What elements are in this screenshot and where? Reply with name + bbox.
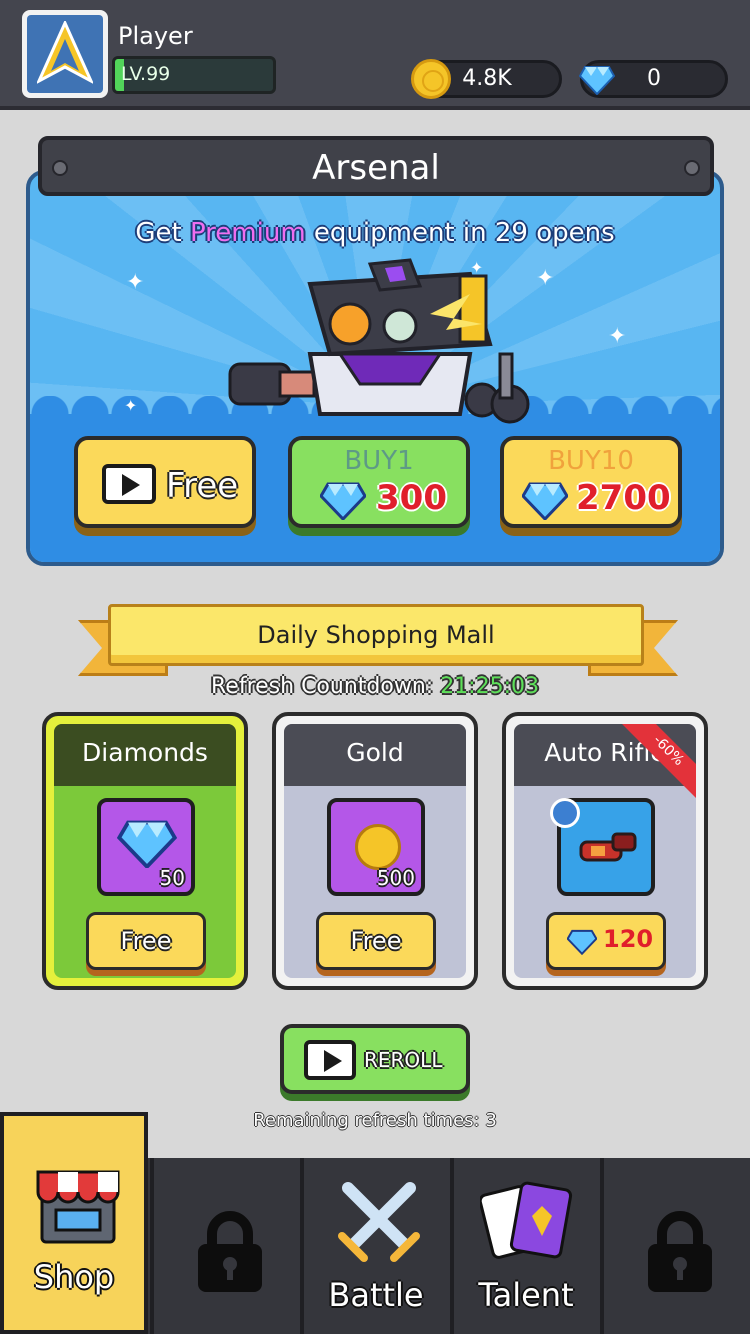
nav-battle[interactable]: Battle [300,1158,448,1334]
nav-talent[interactable]: Talent [450,1158,598,1334]
nav-talent-label: Talent [478,1276,574,1314]
arsenal-promo-text: Get Premium equipment in 29 opens [135,218,615,248]
auto-rifle-price: 120 [603,925,654,953]
nav-shop-label: Shop [33,1258,115,1296]
buy1-price: 300 [376,478,447,518]
free-open-button[interactable]: Free [74,436,256,528]
equipment-badge-icon [550,798,580,828]
crossed-swords-icon [338,1182,420,1262]
nav-battle-label: Battle [328,1276,424,1314]
nav-locked-1[interactable] [150,1158,298,1334]
shop-stall-icon [36,1170,120,1244]
daily-mall-title: Daily Shopping Mall [257,621,495,649]
nav-locked-2[interactable] [600,1158,750,1334]
diamond-counter[interactable]: 0 [579,60,728,98]
gold-counter[interactable]: 4.8K [411,59,562,99]
sparkle-icon: ✦ [608,324,627,349]
buy10-button[interactable]: BUY10 2700 [500,436,682,528]
player-name: Player [118,22,193,50]
level-label: LV.99 [121,63,171,85]
arsenal-title: Arsenal [312,148,440,188]
diamond-value: 0 [647,66,661,91]
treasure-chest-icon[interactable] [220,254,550,434]
diamond-icon [522,482,568,520]
level-bar: LV.99 [112,56,276,94]
refresh-countdown: Refresh Countdown: 21:25:03 [211,674,539,699]
item-quantity: 500 [376,866,415,890]
lock-icon [198,1211,262,1292]
talent-cards-icon [480,1181,573,1259]
diamond-item-icon: 50 [97,798,195,896]
nav-shop[interactable]: Shop [0,1112,148,1334]
claim-gold-button[interactable]: Free [316,912,436,970]
avatar[interactable] [22,10,108,98]
buy10-price: 2700 [576,478,671,518]
shop-card-auto-rifle[interactable]: Auto Rifle -60% 120 [502,712,708,990]
premium-highlight: Premium [189,218,306,248]
countdown-time: 21:25:03 [440,674,539,699]
gold-value: 4.8K [462,66,512,91]
arsenal-panel: Get Premium equipment in 29 opens ✦ ✦ ✦ … [26,170,724,566]
buy-auto-rifle-button[interactable]: 120 [546,912,666,970]
shop-card-diamonds[interactable]: Diamonds 50 Free [42,712,248,990]
sparkle-icon: ✦ [124,396,138,415]
gold-item-icon: 500 [327,798,425,896]
sparkle-icon: ✦ [126,270,145,295]
discount-ribbon: -60% [619,724,696,800]
video-play-icon [304,1040,356,1080]
buy1-button[interactable]: BUY1 300 [288,436,470,528]
video-play-icon [102,464,156,504]
lock-icon [648,1211,712,1292]
arsenal-title-bar: Arsenal [38,136,714,196]
reroll-button[interactable]: REROLL [280,1024,470,1094]
daily-mall-banner: Daily Shopping Mall [108,604,644,666]
shop-card-gold[interactable]: Gold 500 Free [272,712,478,990]
item-quantity: 50 [159,866,185,890]
avatar-emblem-icon [27,15,103,93]
top-bar: Player LV.99 4.8K 0 [0,0,750,110]
diamond-icon [320,482,366,520]
diamond-icon [567,929,597,955]
claim-diamonds-button[interactable]: Free [86,912,206,970]
